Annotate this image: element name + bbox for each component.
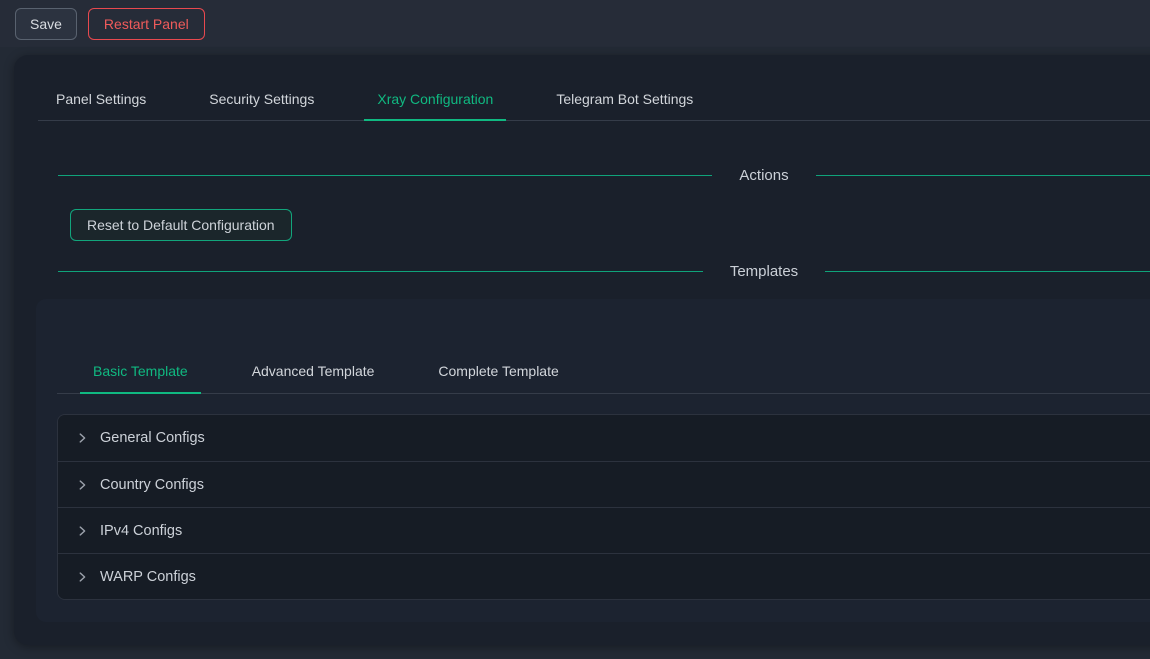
templates-divider: Templates bbox=[58, 260, 1150, 282]
templates-divider-label: Templates bbox=[703, 263, 825, 280]
actions-divider-label: Actions bbox=[712, 167, 815, 184]
tab-telegram-bot-settings[interactable]: Telegram Bot Settings bbox=[543, 82, 706, 121]
settings-tab-bar: Panel Settings Security Settings Xray Co… bbox=[38, 82, 1150, 121]
settings-panel: Panel Settings Security Settings Xray Co… bbox=[14, 55, 1150, 645]
accordion-item-label: Country Configs bbox=[100, 477, 204, 493]
topbar: Save Restart Panel bbox=[0, 0, 1150, 47]
chevron-right-icon bbox=[75, 478, 89, 492]
tab-basic-template[interactable]: Basic Template bbox=[80, 353, 201, 394]
configs-accordion: General Configs Country Configs IPv4 Con… bbox=[57, 414, 1150, 600]
divider-line bbox=[58, 271, 703, 272]
restart-panel-button[interactable]: Restart Panel bbox=[88, 8, 205, 40]
reset-default-configuration-button[interactable]: Reset to Default Configuration bbox=[70, 209, 292, 241]
accordion-item-warp-configs[interactable]: WARP Configs bbox=[58, 553, 1150, 599]
divider-line bbox=[58, 175, 712, 176]
divider-line bbox=[816, 175, 1150, 176]
templates-card: Basic Template Advanced Template Complet… bbox=[36, 299, 1150, 622]
template-tab-bar: Basic Template Advanced Template Complet… bbox=[57, 299, 1150, 394]
tab-complete-template[interactable]: Complete Template bbox=[425, 353, 571, 394]
accordion-item-general-configs[interactable]: General Configs bbox=[58, 415, 1150, 461]
tab-security-settings[interactable]: Security Settings bbox=[196, 82, 327, 121]
tab-advanced-template[interactable]: Advanced Template bbox=[239, 353, 388, 394]
tab-panel-settings[interactable]: Panel Settings bbox=[43, 82, 159, 121]
accordion-item-country-configs[interactable]: Country Configs bbox=[58, 461, 1150, 507]
divider-line bbox=[825, 271, 1150, 272]
accordion-item-ipv4-configs[interactable]: IPv4 Configs bbox=[58, 507, 1150, 553]
tab-xray-configuration[interactable]: Xray Configuration bbox=[364, 82, 506, 121]
accordion-item-label: WARP Configs bbox=[100, 569, 196, 585]
actions-divider: Actions bbox=[58, 164, 1150, 186]
chevron-right-icon bbox=[75, 431, 89, 445]
accordion-item-label: IPv4 Configs bbox=[100, 523, 182, 539]
chevron-right-icon bbox=[75, 570, 89, 584]
accordion-item-label: General Configs bbox=[100, 430, 205, 446]
save-button[interactable]: Save bbox=[15, 8, 77, 40]
chevron-right-icon bbox=[75, 524, 89, 538]
